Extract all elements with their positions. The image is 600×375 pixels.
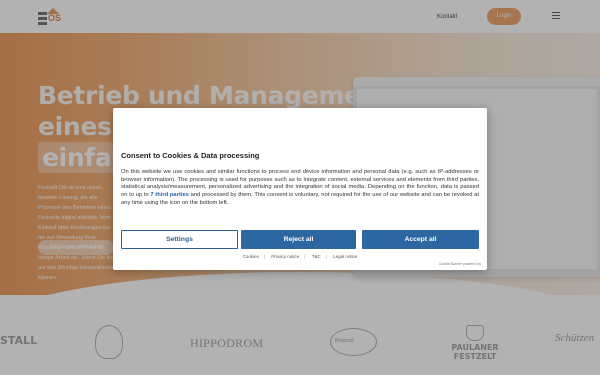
consent-body: On this website we use cookies and simil… — [121, 169, 479, 208]
settings-button[interactable]: Settings — [121, 230, 238, 249]
accept-all-button[interactable]: Accept all — [362, 230, 479, 249]
terms-link[interactable]: T&C — [312, 254, 321, 259]
powered-by-label: Cookie Banner powered by — [438, 262, 481, 266]
cookies-link[interactable]: Cookies — [243, 254, 259, 259]
cookie-consent-dialog: Consent to Cookies & Data processing On … — [113, 108, 487, 270]
legal-notice-link[interactable]: Legal notice — [333, 254, 357, 259]
consent-footer-links: Cookies | Privacy notice | T&C | Legal noti… — [242, 254, 358, 259]
privacy-notice-link[interactable]: Privacy notice — [271, 254, 299, 259]
reject-all-button[interactable]: Reject all — [241, 230, 356, 249]
third-parties-link[interactable]: 7 third parties — [150, 192, 189, 198]
consent-title: Consent to Cookies & Data processing — [121, 151, 260, 160]
